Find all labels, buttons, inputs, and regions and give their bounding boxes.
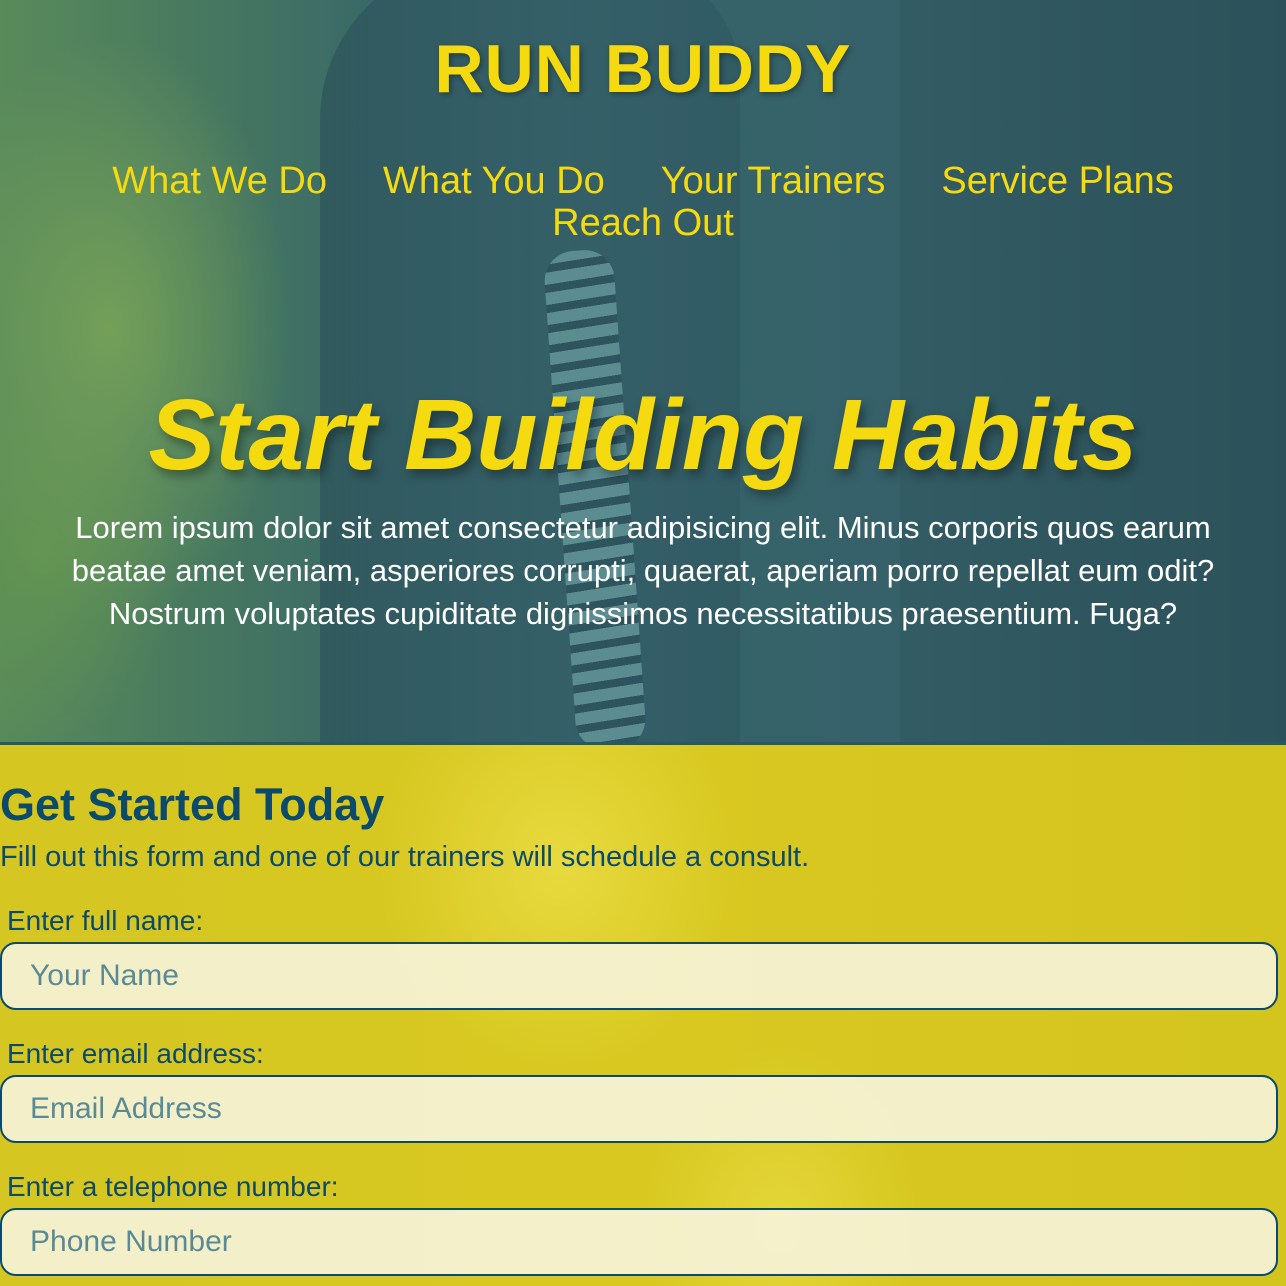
hero-section: RUN BUDDY What We Do What You Do Your Trai… xyxy=(0,0,1286,742)
hero-paragraph: Lorem ipsum dolor sit amet consectetur a… xyxy=(0,506,1286,635)
hero-paragraph-line: Nostrum voluptates cupiditate dignissimo… xyxy=(108,596,1178,631)
page: RUN BUDDY What We Do What You Do Your Trai… xyxy=(0,0,1286,1286)
site-title[interactable]: RUN BUDDY xyxy=(0,30,1286,108)
name-label: Enter full name: xyxy=(7,905,204,936)
email-input[interactable] xyxy=(0,1075,1278,1143)
nav-link-service-plans[interactable]: Service Plans xyxy=(941,160,1173,202)
signup-section: Get Started Today Fill out this form and… xyxy=(0,742,1286,1286)
signup-title: Get Started Today xyxy=(0,779,385,830)
email-label: Enter email address: xyxy=(7,1038,264,1069)
hero-paragraph-line: beatae amet veniam, asperiores corrupti,… xyxy=(71,553,1215,588)
hero-heading: Start Building Habits xyxy=(148,379,1138,491)
nav-link-your-trainers[interactable]: Your Trainers xyxy=(661,160,886,202)
main-nav: What We Do What You Do Your Trainers Servic… xyxy=(0,160,1286,244)
phone-label: Enter a telephone number: xyxy=(7,1171,339,1202)
phone-input[interactable] xyxy=(0,1208,1278,1276)
nav-link-what-you-do[interactable]: What You Do xyxy=(383,160,605,202)
hero-paragraph-line: Lorem ipsum dolor sit amet consectetur a… xyxy=(75,510,1211,545)
name-input[interactable] xyxy=(0,942,1278,1010)
signup-description: Fill out this form and one of our traine… xyxy=(0,841,810,873)
nav-link-reach-out[interactable]: Reach Out xyxy=(552,202,734,244)
nav-link-what-we-do[interactable]: What We Do xyxy=(112,160,327,202)
